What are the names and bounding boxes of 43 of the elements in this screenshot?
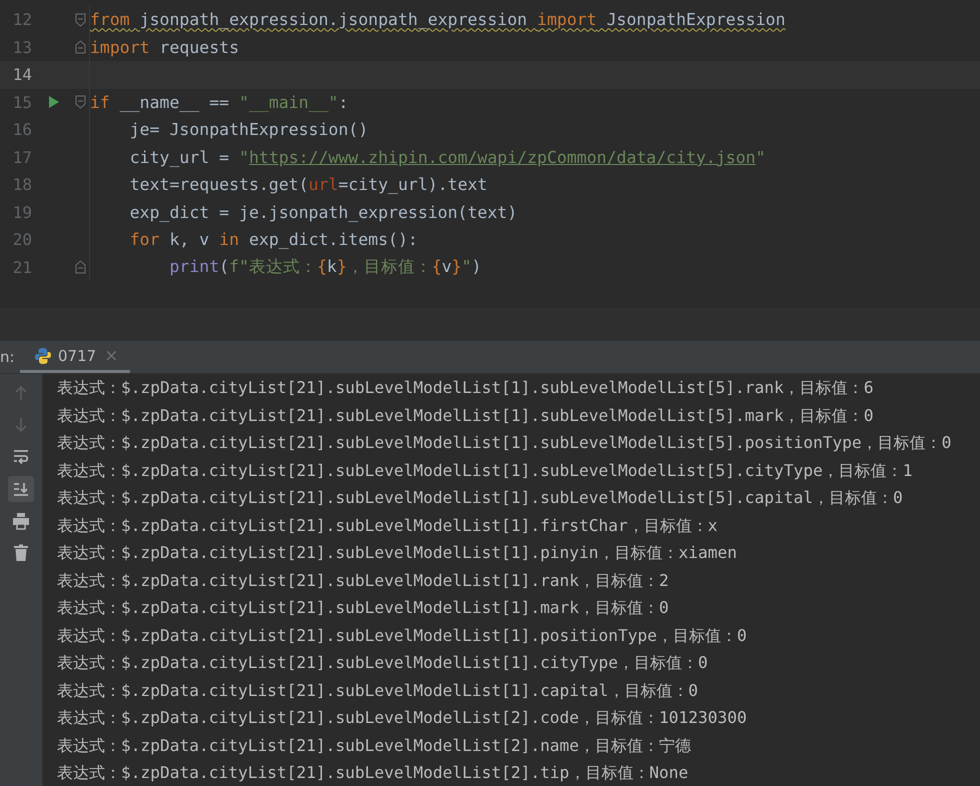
line-number: 16 [12,120,32,140]
run-tab[interactable]: 0717 × [20,341,130,373]
console-output-line: 表达式：$.zpData.cityList[21].subLevelModelList[1].capital，目标值：0 [57,680,700,702]
console-output-line: 表达式：$.zpData.cityList[21].subLevelModelList[1].pinyin，目标值：xiamen [57,542,738,564]
console-output-line: 表达式：$.zpData.cityList[21].subLevelModelList[1].subLevelModelList[5].positionType，目标值：0 [57,432,952,454]
python-icon [34,346,52,364]
console-output-line: 表达式：$.zpData.cityList[21].subLevelModelList[1].mark，目标值：0 [57,597,670,619]
console-output-line: 表达式：$.zpData.cityList[21].subLevelModelList[1].subLevelModelList[5].rank，目标值：6 [57,377,874,399]
fold-icon[interactable] [75,12,86,27]
console-output-line: 表达式：$.zpData.cityList[21].subLevelModelList[1].subLevelModelList[5].capital，目标值：0 [57,487,904,509]
fold-icon[interactable] [75,40,86,54]
line-number: 19 [12,202,32,222]
line-number: 15 [12,92,32,112]
code-line: print(f"表达式：{k}，目标值：{v}") [169,256,482,278]
console-output-line: 表达式：$.zpData.cityList[21].subLevelModelList[1].positionType，目标值：0 [57,624,748,646]
code-line: if __name__ == "__main__": [90,92,348,114]
console-output-line: 表达式：$.zpData.cityList[21].subLevelModelList[1].subLevelModelList[5].mark，目标值：0 [57,404,874,426]
console-output-line: 表达式：$.zpData.cityList[21].subLevelModelList[1].rank，目标值：2 [57,570,670,592]
scroll-end-icon[interactable] [8,476,34,502]
line-number: 17 [12,148,32,167]
fold-icon[interactable] [75,260,86,274]
code-line: for k, v in exp_dict.items(): [130,230,418,252]
panel-label: n: [0,348,16,366]
code-line: city_url = "https://www.zhipin.com/wapi/zpCommon/data/city.json" [130,148,766,169]
code-line: import requests [90,38,240,59]
code-line: from jsonpath_expression.jsonpath_expression import JsonpathExpression [90,10,786,32]
console-output-line: 表达式：$.zpData.cityList[21].subLevelModelList[2].name，目标值：宁德 [57,734,692,756]
line-number: 21 [12,258,32,277]
console-output-line: 表达式：$.zpData.cityList[21].subLevelModelList[2].tip，目标值：None [57,762,690,784]
line-number: 12 [12,10,32,30]
console-output-line: 表达式：$.zpData.cityList[21].subLevelModelList[1].firstChar，目标值：x [57,514,719,536]
code-line: text=requests.get(url=city_url).text [130,175,488,196]
code-line: exp_dict = je.jsonpath_expression(text) [130,202,518,224]
line-number: 13 [12,38,32,57]
line-number: 14 [12,65,32,84]
console-output-line: 表达式：$.zpData.cityList[21].subLevelModelList[2].code，目标值：101230300 [57,707,748,729]
fold-icon[interactable] [75,95,86,110]
line-number: 18 [12,175,32,194]
console-output-line: 表达式：$.zpData.cityList[21].subLevelModelList[1].cityType，目标值：0 [57,652,709,674]
code-line: je= JsonpathExpression() [130,120,368,142]
line-number: 20 [12,230,32,250]
console-output-line: 表达式：$.zpData.cityList[21].subLevelModelList[1].subLevelModelList[5].cityType，目标值：1 [57,460,914,482]
run-icon[interactable] [48,95,60,110]
